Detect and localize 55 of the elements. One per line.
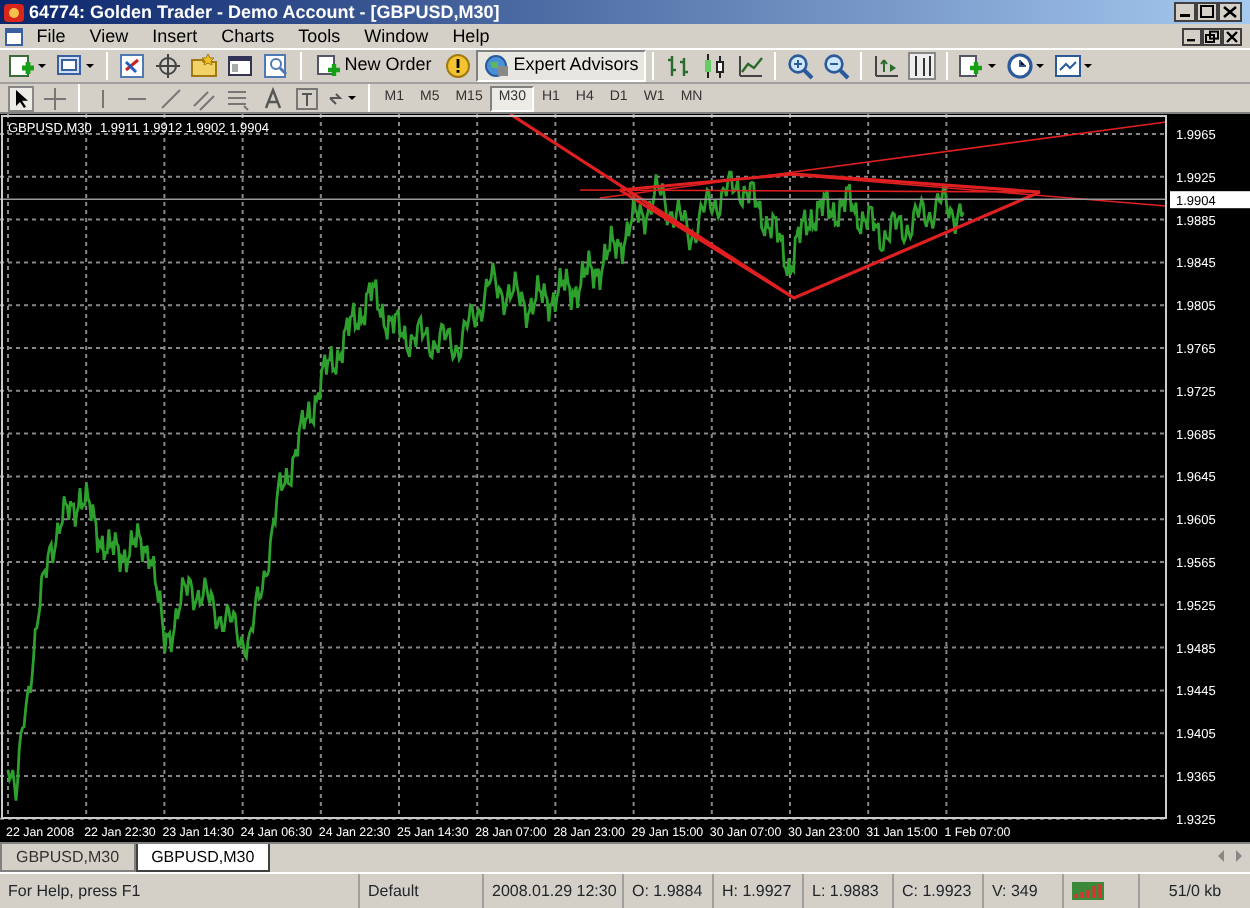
profiles-icon[interactable] <box>56 52 97 80</box>
status-low: L: 1.9883 <box>804 874 894 908</box>
status-high: H: 1.9927 <box>714 874 804 908</box>
status-volume: V: 349 <box>984 874 1064 908</box>
channel-icon[interactable] <box>192 85 219 111</box>
close-icon[interactable] <box>1221 27 1241 45</box>
menu-item[interactable]: Tools <box>286 24 353 48</box>
new-chart-icon[interactable] <box>8 52 49 80</box>
market-watch-icon[interactable] <box>118 52 147 80</box>
restore-icon[interactable] <box>1201 27 1221 45</box>
chart-tab[interactable]: GBPUSD,M30 <box>135 844 271 872</box>
status-traffic: 51/0 kb <box>1166 880 1224 904</box>
magnifier-icon[interactable] <box>262 52 291 80</box>
folder-star-icon[interactable] <box>190 52 219 80</box>
current-price-marker <box>1170 191 1250 209</box>
expert-advisors-button[interactable]: Expert Advisors <box>475 50 647 82</box>
status-profile: Default <box>360 874 484 908</box>
auto-scroll-icon[interactable] <box>872 52 901 80</box>
menu-item[interactable]: View <box>77 24 141 48</box>
chart-shift-icon[interactable] <box>908 52 937 80</box>
bar-chart-icon[interactable] <box>664 52 693 80</box>
warning-icon[interactable] <box>443 52 472 80</box>
close-icon[interactable] <box>1217 2 1241 22</box>
status-help: For Help, press F1 <box>0 874 360 908</box>
plus-document-icon <box>316 54 341 78</box>
cursor-icon[interactable] <box>8 85 35 111</box>
connection-bars-icon <box>1072 882 1104 900</box>
menu-item[interactable]: File <box>24 24 78 48</box>
menu-item[interactable]: Window <box>352 24 441 48</box>
text-label-icon[interactable] <box>294 85 321 111</box>
templates-icon[interactable] <box>1054 52 1095 80</box>
text-icon[interactable] <box>260 85 287 111</box>
zoom-in-icon[interactable] <box>786 52 815 80</box>
menu-item[interactable]: Insert <box>140 24 210 48</box>
line-chart-icon[interactable] <box>736 52 765 80</box>
status-time: 2008.01.29 12:30 <box>484 874 624 908</box>
app-logo-icon <box>4 3 25 21</box>
menu-item[interactable]: Charts <box>209 24 287 48</box>
trend-line-icon[interactable] <box>158 85 185 111</box>
status-open: O: 1.9884 <box>624 874 714 908</box>
window-title: 64774: Golden Trader - Demo Account - [GBPUSD,M30] <box>29 0 502 24</box>
indicators-icon[interactable] <box>958 52 999 80</box>
minimize-icon[interactable] <box>1173 2 1195 22</box>
candlestick-icon[interactable] <box>700 52 729 80</box>
chart-tab[interactable]: GBPUSD,M30 <box>0 844 136 872</box>
minimize-icon[interactable] <box>1181 27 1201 45</box>
status-close: C: 1.9923 <box>894 874 984 908</box>
maximize-icon[interactable] <box>1195 2 1217 22</box>
window-icon[interactable] <box>226 52 255 80</box>
new-order-button[interactable]: New Order <box>308 50 440 82</box>
menu-item[interactable]: Help <box>440 24 502 48</box>
crosshair-icon[interactable] <box>154 52 183 80</box>
globe-icon <box>483 54 510 78</box>
clock-icon[interactable] <box>1006 52 1047 80</box>
zoom-out-icon[interactable] <box>822 52 851 80</box>
